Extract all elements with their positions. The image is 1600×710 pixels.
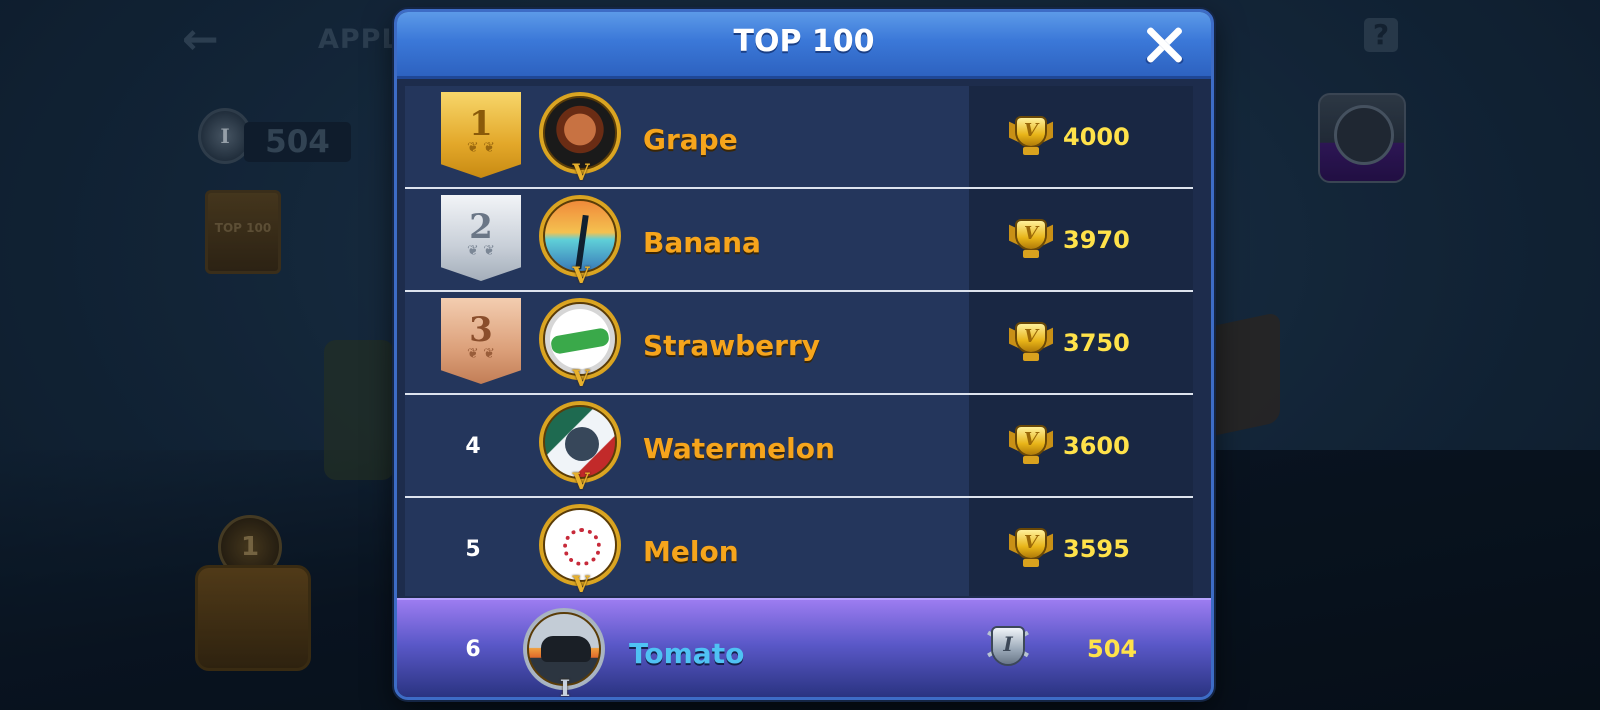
player-name: Grape: [643, 123, 738, 156]
leaderboard-row[interactable]: 3❦ ❦ V Strawberry 3750: [405, 292, 1193, 395]
my-rank-row[interactable]: 6 I Tomato 504: [397, 598, 1211, 697]
rank-emblem-icon: [985, 624, 1031, 674]
player-score: 3600: [1063, 432, 1130, 460]
dialog-title: TOP 100: [733, 24, 875, 59]
leaderboard-list[interactable]: 1❦ ❦ V Grape 4000 2❦ ❦ V Banana 3970 3❦ …: [405, 86, 1193, 596]
close-button[interactable]: [1141, 22, 1187, 68]
rank-number: 5: [465, 537, 481, 562]
leaderboard-row[interactable]: 2❦ ❦ V Banana 3970: [405, 189, 1193, 292]
my-rank-number: 6: [465, 637, 481, 662]
gold-medal-ribbon-icon: 1 ❦ ❦: [441, 92, 521, 178]
player-name: Banana: [643, 226, 761, 259]
plum-blossom-flag-icon: V: [539, 504, 621, 596]
bulldog-emblem-icon: V: [539, 92, 621, 184]
player-score: 4000: [1063, 123, 1130, 151]
palm-tree-emblem-icon: V: [539, 195, 621, 287]
silver-medal-ribbon-icon: 2 ❦ ❦: [441, 195, 521, 281]
trophy-icon: [1009, 217, 1053, 261]
player-score: 3750: [1063, 329, 1130, 357]
player-name: Melon: [643, 535, 739, 568]
my-player-name: Tomato: [629, 637, 745, 670]
dialog-header: TOP 100: [397, 12, 1211, 79]
trophy-icon: [1009, 423, 1053, 467]
player-score: 3595: [1063, 535, 1130, 563]
bear-emblem-icon: I: [523, 608, 605, 697]
trophy-icon: [1009, 114, 1053, 158]
wolf-emblem-icon: V: [539, 401, 621, 493]
leaderboard-row[interactable]: 4 V Watermelon 3600: [405, 395, 1193, 498]
player-name: Strawberry: [643, 329, 821, 362]
leaderboard-dialog: TOP 100 1❦ ❦ V Grape 4000 2❦ ❦ V Banana …: [394, 9, 1214, 700]
player-score: 3970: [1063, 226, 1130, 254]
my-score: 504: [1087, 635, 1138, 663]
rank-number: 4: [465, 434, 481, 459]
leaderboard-row[interactable]: 1❦ ❦ V Grape 4000: [405, 86, 1193, 189]
alligator-emblem-icon: V: [539, 298, 621, 390]
leaderboard-row[interactable]: 5 V Melon 3595: [405, 498, 1193, 596]
trophy-icon: [1009, 526, 1053, 570]
trophy-icon: [1009, 320, 1053, 364]
bronze-medal-ribbon-icon: 3 ❦ ❦: [441, 298, 521, 384]
player-name: Watermelon: [643, 432, 835, 465]
